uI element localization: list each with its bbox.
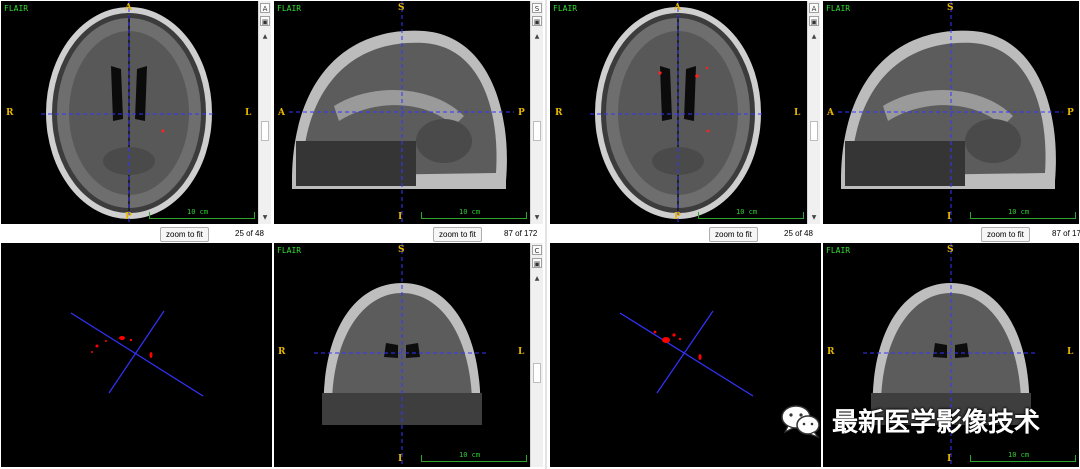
orient-left: R	[827, 347, 835, 357]
viewer-group-2: FLAIR A R L P 10 cm A ▣ ▲ ▼ FLAIR S A P …	[549, 0, 1080, 469]
zoom-to-fit-button[interactable]: zoom to fit	[160, 227, 209, 242]
slice-counter: 87 of 17	[1052, 229, 1080, 238]
slice-counter: 25 of 48	[235, 229, 264, 238]
view-toggle-button[interactable]: S	[532, 3, 542, 13]
zoom-to-fit-button[interactable]: zoom to fit	[981, 227, 1030, 242]
orient-top: S	[947, 245, 954, 255]
orient-left: A	[827, 108, 834, 118]
sequence-label: FLAIR	[553, 4, 578, 13]
orient-left: R	[555, 108, 563, 118]
scroll-thumb[interactable]	[533, 121, 541, 141]
scroll-thumb[interactable]	[810, 121, 818, 141]
viewer-group-1: FLAIR A R L P 10 cm A ▣ ▲ ▼ FLAIR S A P …	[0, 0, 543, 469]
scale-label: 10 cm	[459, 451, 481, 459]
orient-top: S	[398, 245, 405, 255]
scroll-up-icon[interactable]: ▲	[531, 275, 543, 282]
lesion-3d-render	[70, 310, 204, 397]
scroll-up-icon[interactable]: ▲	[259, 33, 271, 40]
orient-right: L	[518, 347, 525, 357]
scale-label: 10 cm	[187, 208, 209, 216]
orient-bottom: I	[398, 454, 403, 464]
sagittal-brain-image	[289, 1, 514, 224]
scale-label: 10 cm	[459, 208, 481, 216]
scroll-down-icon[interactable]: ▼	[808, 214, 820, 221]
axial-view[interactable]: FLAIR A R L P 10 cm	[550, 1, 807, 224]
axial-brain-image	[41, 1, 216, 224]
view-toggle-button[interactable]: C	[532, 245, 542, 255]
scale-label: 10 cm	[1008, 451, 1030, 459]
axial-view[interactable]: FLAIR A R L P 10 cm	[1, 1, 258, 224]
orient-right: L	[1067, 347, 1074, 357]
scale-label: 10 cm	[1008, 208, 1030, 216]
orient-bottom: I	[947, 212, 952, 222]
orient-right: L	[794, 108, 801, 118]
orient-right: P	[1067, 108, 1074, 118]
slice-counter: 87 of 172	[504, 229, 538, 238]
orient-right: L	[245, 108, 252, 118]
orient-bottom: I	[947, 454, 952, 464]
orient-right: P	[518, 108, 525, 118]
camera-icon[interactable]: ▣	[809, 16, 819, 26]
orient-top: A	[674, 3, 681, 13]
group-divider	[545, 0, 547, 469]
slice-counter: 25 of 48	[784, 229, 813, 238]
orient-left: R	[6, 108, 14, 118]
sequence-label: FLAIR	[826, 4, 851, 13]
sagittal-brain-image	[838, 1, 1063, 224]
orient-top: S	[398, 3, 405, 13]
sagittal-view[interactable]: FLAIR S A P I 10 cm	[274, 1, 530, 224]
three-d-view[interactable]	[1, 243, 272, 467]
view-toggle-button[interactable]: A	[809, 3, 819, 13]
view-toggle-button[interactable]: A	[260, 3, 270, 13]
axial-scrollbar[interactable]: A ▣ ▲ ▼	[807, 1, 820, 224]
orient-bottom: P	[674, 212, 681, 222]
sequence-label: FLAIR	[826, 246, 851, 255]
sequence-label: FLAIR	[277, 4, 302, 13]
zoom-to-fit-button[interactable]: zoom to fit	[709, 227, 758, 242]
camera-icon[interactable]: ▣	[260, 16, 270, 26]
scroll-thumb[interactable]	[261, 121, 269, 141]
scroll-up-icon[interactable]: ▲	[531, 33, 543, 40]
sequence-label: FLAIR	[4, 4, 29, 13]
orient-bottom: I	[398, 212, 403, 222]
scroll-thumb[interactable]	[533, 363, 541, 383]
camera-icon[interactable]: ▣	[532, 16, 542, 26]
sequence-label: FLAIR	[277, 246, 302, 255]
coronal-brain-image	[314, 243, 489, 467]
orient-bottom: P	[125, 212, 132, 222]
coronal-scrollbar[interactable]: C ▣ ▲	[530, 243, 543, 467]
watermark: 最新医学影像技术	[780, 402, 1040, 439]
scroll-down-icon[interactable]: ▼	[259, 214, 271, 221]
zoom-to-fit-button[interactable]: zoom to fit	[433, 227, 482, 242]
sagittal-scrollbar[interactable]: S ▣ ▲ ▼	[530, 1, 543, 224]
scale-label: 10 cm	[736, 208, 758, 216]
orient-top: A	[125, 3, 132, 13]
axial-scrollbar[interactable]: A ▣ ▲ ▼	[258, 1, 271, 224]
orient-left: R	[278, 347, 286, 357]
camera-icon[interactable]: ▣	[532, 258, 542, 268]
orient-left: A	[278, 108, 285, 118]
scroll-up-icon[interactable]: ▲	[808, 33, 820, 40]
wechat-icon	[781, 404, 820, 438]
sagittal-view[interactable]: FLAIR S A P I 10 cm	[823, 1, 1079, 224]
coronal-view[interactable]: FLAIR S R L I 10 cm	[274, 243, 530, 467]
axial-brain-image	[590, 1, 765, 224]
watermark-text: 最新医学影像技术	[832, 408, 1041, 438]
scroll-down-icon[interactable]: ▼	[531, 214, 543, 221]
orient-top: S	[947, 3, 954, 13]
